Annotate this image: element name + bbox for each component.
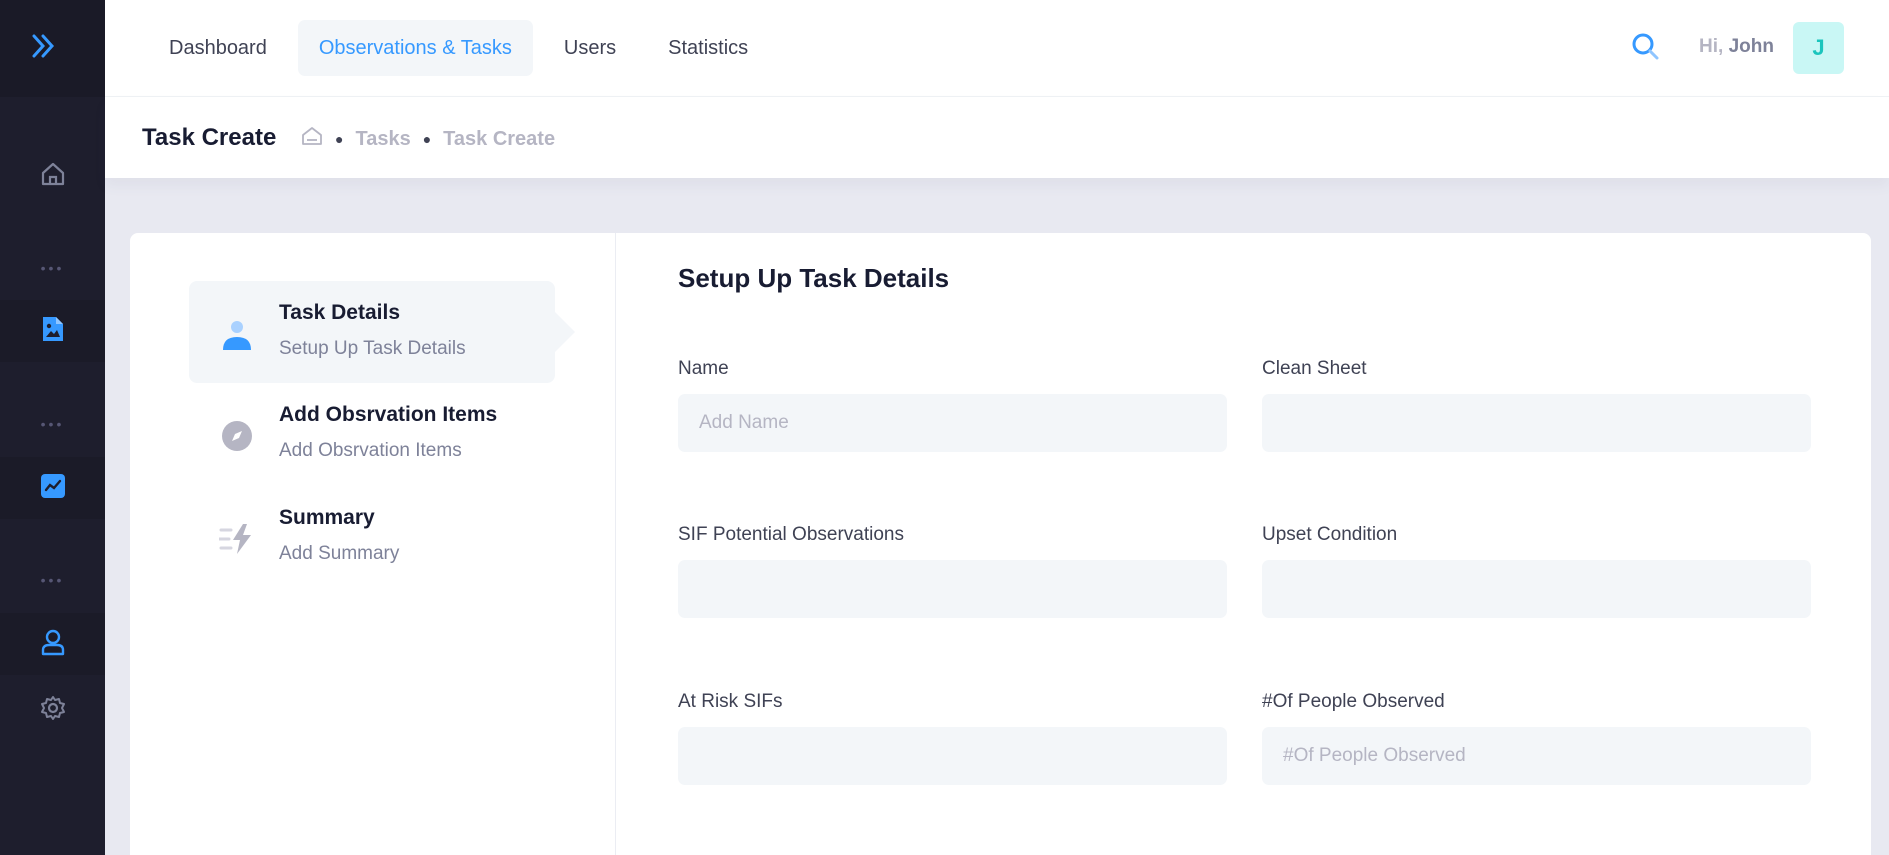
compass-icon: [219, 418, 255, 454]
wizard-step-task-details[interactable]: Task Details Setup Up Task Details: [189, 281, 575, 383]
avatar[interactable]: J: [1793, 22, 1844, 74]
wizard-step-summary[interactable]: Summary Add Summary: [189, 486, 555, 588]
sidebar-section-dots: •••: [40, 572, 65, 588]
user-name: John: [1728, 36, 1774, 57]
page-title: Task Create: [142, 124, 277, 151]
at-risk-sifs-input[interactable]: [678, 727, 1227, 785]
sidebar-section-dots: •••: [40, 416, 65, 432]
upset-condition-input[interactable]: [1262, 560, 1811, 618]
step-description: Add Obsrvation Items: [279, 440, 462, 461]
sif-potential-observations-input[interactable]: [678, 560, 1227, 618]
wizard-card: Task Details Setup Up Task Details Add O…: [130, 233, 1871, 855]
breadcrumb-item-current: Task Create: [443, 127, 556, 150]
sidebar-section-dots: •••: [40, 260, 65, 276]
step-title: Task Details: [279, 301, 401, 324]
top-header: Dashboard Observations & Tasks Users Sta…: [105, 0, 1889, 97]
wizard-steps: Task Details Setup Up Task Details Add O…: [130, 233, 616, 855]
search-icon: [1630, 31, 1660, 66]
lightning-icon: [219, 521, 255, 557]
gear-icon: [40, 695, 66, 726]
home-icon: [39, 160, 67, 193]
people-observed-label: #Of People Observed: [1262, 691, 1445, 712]
nav-statistics[interactable]: Statistics: [647, 20, 769, 76]
document-image-icon: [40, 315, 66, 348]
breadcrumb-separator: ●: [335, 131, 344, 147]
form-title: Setup Up Task Details: [678, 263, 950, 293]
chart-icon: [40, 473, 66, 504]
user-greeting[interactable]: Hi, John: [1699, 36, 1774, 58]
breadcrumb-home-icon[interactable]: [301, 126, 323, 152]
sidebar-item-statistics[interactable]: [0, 457, 105, 519]
user-icon: [219, 316, 255, 352]
breadcrumb: ● Tasks ● Task Create: [301, 126, 555, 152]
sidebar-item-settings[interactable]: [0, 679, 105, 741]
subheader: Task Create ● Tasks ● Task Create: [105, 97, 1889, 178]
sidebar: ••• ••• •••: [0, 0, 105, 855]
top-nav: Dashboard Observations & Tasks Users Sta…: [148, 20, 769, 76]
wizard-step-observation-items[interactable]: Add Obsrvation Items Add Obsrvation Item…: [189, 383, 555, 485]
clean-sheet-label: Clean Sheet: [1262, 358, 1367, 379]
sidebar-logo[interactable]: [0, 0, 105, 97]
step-description: Setup Up Task Details: [279, 338, 466, 359]
clean-sheet-input[interactable]: [1262, 394, 1811, 452]
nav-users[interactable]: Users: [543, 20, 637, 76]
step-title: Summary: [279, 506, 375, 529]
sidebar-item-home[interactable]: [0, 145, 105, 207]
breadcrumb-item-tasks[interactable]: Tasks: [355, 128, 410, 151]
greeting-prefix: Hi,: [1699, 36, 1724, 57]
step-title: Add Obsrvation Items: [279, 403, 498, 426]
breadcrumb-separator: ●: [422, 131, 432, 147]
user-icon: [40, 628, 66, 661]
step-description: Add Summary: [279, 543, 400, 564]
name-input[interactable]: [678, 394, 1227, 452]
sidebar-item-documents[interactable]: [0, 300, 105, 362]
sidebar-item-users[interactable]: [0, 613, 105, 675]
nav-dashboard[interactable]: Dashboard: [148, 20, 288, 76]
nav-observations-tasks[interactable]: Observations & Tasks: [297, 20, 533, 76]
people-observed-input[interactable]: [1262, 727, 1811, 785]
search-button[interactable]: [1625, 28, 1665, 68]
sif-potential-observations-label: SIF Potential Observations: [678, 524, 904, 545]
name-label: Name: [678, 358, 729, 379]
at-risk-sifs-label: At Risk SIFs: [678, 691, 783, 712]
logo-chevrons-icon[interactable]: [30, 32, 58, 65]
upset-condition-label: Upset Condition: [1262, 524, 1398, 545]
